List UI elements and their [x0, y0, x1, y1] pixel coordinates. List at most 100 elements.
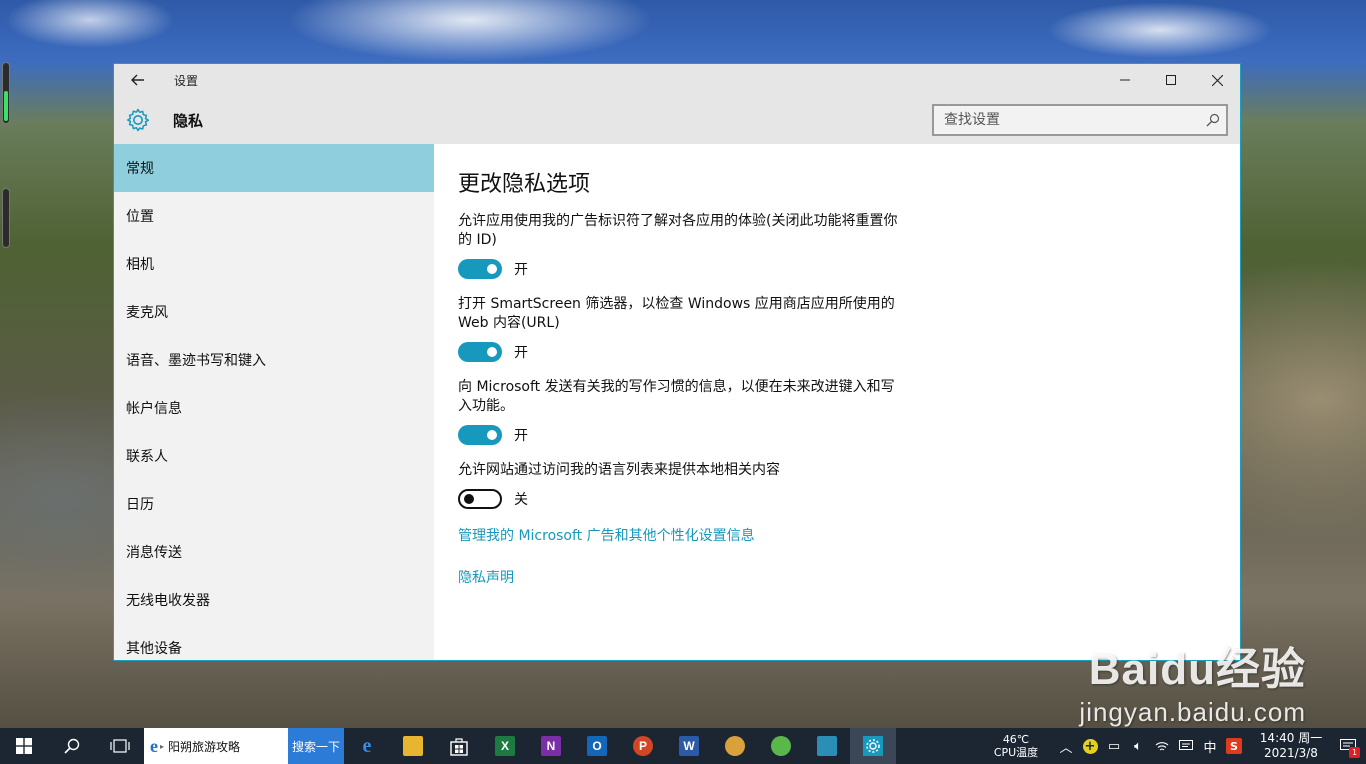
watermark-sub: jingyan.baidu.com — [1079, 697, 1306, 727]
sogou-ime-button[interactable]: S — [1222, 728, 1246, 764]
toggle-knob — [487, 347, 497, 357]
start-button[interactable] — [0, 728, 48, 764]
clock[interactable]: 14:40 周一 2021/3/8 — [1252, 731, 1330, 761]
advertising-id-toggle[interactable] — [458, 259, 502, 279]
store-icon — [450, 738, 468, 756]
smartscreen-toggle[interactable] — [458, 342, 502, 362]
edge-icon: e — [362, 734, 372, 757]
taskbar-app-file-explorer[interactable] — [390, 728, 436, 764]
sidebar-item-label: 位置 — [126, 209, 154, 225]
sidebar-item-camera[interactable]: 相机 — [114, 240, 434, 288]
sogou-icon: S — [1226, 738, 1242, 754]
search-box — [932, 104, 1228, 136]
taskbar-app-store[interactable] — [436, 728, 482, 764]
sidebar-item-calendar[interactable]: 日历 — [114, 480, 434, 528]
toggle-row: 开 — [458, 425, 904, 445]
option-description: 允许网站通过访问我的语言列表来提供本地相关内容 — [458, 462, 780, 478]
search-button[interactable] — [1200, 107, 1226, 133]
minimize-button[interactable] — [1102, 64, 1148, 96]
title-bar: 设置 — [114, 64, 1240, 96]
taskbar-app-excel[interactable]: X — [482, 728, 528, 764]
search-taskbar-button[interactable] — [48, 728, 96, 764]
writing-info-toggle[interactable] — [458, 425, 502, 445]
language-list-toggle[interactable] — [458, 489, 502, 509]
sidebar-item-account-info[interactable]: 帐户信息 — [114, 384, 434, 432]
network-button[interactable] — [1150, 728, 1174, 764]
toggle-state-label: 开 — [514, 428, 528, 444]
tray-app-button[interactable]: + — [1078, 728, 1102, 764]
show-hidden-icons-button[interactable]: ︿ — [1054, 728, 1078, 764]
option-advertising-id: 允许应用使用我的广告标识符了解对各应用的体验(关闭此功能将重置你的 ID) 开 — [458, 212, 904, 279]
taskbar-app-edge[interactable]: e — [344, 728, 390, 764]
sidebar-item-speech-inking-typing[interactable]: 语音、墨迹书写和键入 — [114, 336, 434, 384]
sidebar-item-label: 帐户信息 — [126, 401, 182, 417]
cpu-temperature-label: CPU温度 — [993, 746, 1039, 759]
taskbar-app-photos[interactable] — [804, 728, 850, 764]
settings-icon — [863, 736, 883, 756]
sidebar-item-contacts[interactable]: 联系人 — [114, 432, 434, 480]
ime-button[interactable]: 中 — [1198, 728, 1222, 764]
toggle-row: 开 — [458, 342, 904, 362]
sidebar-item-microphone[interactable]: 麦克风 — [114, 288, 434, 336]
window-title: 设置 — [174, 73, 199, 88]
outlook-icon: O — [587, 736, 607, 756]
message-icon — [1179, 740, 1193, 750]
sidebar-item-label: 日历 — [126, 497, 154, 513]
power-button[interactable]: ▭ — [1102, 728, 1126, 764]
option-description: 向 Microsoft 发送有关我的写作习惯的信息，以便在未来改进键入和写入功能… — [458, 379, 895, 414]
sidebar-item-label: 联系人 — [126, 449, 168, 465]
desktop-gadget-strip — [2, 188, 10, 248]
task-view-button[interactable] — [96, 728, 144, 764]
manage-ads-link[interactable]: 管理我的 Microsoft 广告和其他个性化设置信息 — [458, 525, 1240, 545]
toggle-state-label: 关 — [514, 492, 528, 508]
window-controls — [1102, 64, 1240, 96]
photos-icon — [817, 736, 837, 756]
notifications-button[interactable]: 1 — [1330, 728, 1366, 764]
sidebar-item-radios[interactable]: 无线电收发器 — [114, 576, 434, 624]
taskbar-app-green[interactable] — [758, 728, 804, 764]
back-button[interactable] — [114, 64, 162, 96]
clock-time: 14:40 周一 — [1259, 731, 1323, 745]
taskbar-app-word[interactable]: W — [666, 728, 712, 764]
section-heading: 更改隐私选项 — [458, 172, 591, 197]
sidebar-item-general[interactable]: 常规 — [114, 144, 434, 192]
sidebar-item-other-devices[interactable]: 其他设备 — [114, 624, 434, 660]
toggle-state-label: 开 — [514, 262, 528, 278]
volume-button[interactable]: 🔈︎ — [1126, 728, 1150, 764]
windows-logo-icon — [16, 738, 32, 754]
search-icon — [64, 738, 80, 754]
privacy-statement-link[interactable]: 隐私声明 — [458, 567, 1240, 587]
taskbar-app-outlook[interactable]: O — [574, 728, 620, 764]
option-description: 打开 SmartScreen 筛选器，以检查 Windows 应用商店应用所使用… — [458, 296, 895, 331]
taskbar-app-paint[interactable] — [712, 728, 758, 764]
sidebar-item-location[interactable]: 位置 — [114, 192, 434, 240]
search-input[interactable] — [934, 106, 1200, 134]
cpu-temperature-value: 46℃ — [1002, 733, 1030, 746]
baidu-search-button[interactable]: 搜索一下 — [288, 728, 344, 764]
maximize-button[interactable] — [1148, 64, 1194, 96]
onenote-icon: N — [541, 736, 561, 756]
toggle-knob — [487, 264, 497, 274]
gear-icon — [126, 108, 150, 132]
taskbar: e ▸ 阳朔旅游攻略 搜索一下 e X N O P W 46℃ CPU温度 ︿ … — [0, 728, 1366, 764]
ie-tab-button[interactable]: e ▸ 阳朔旅游攻略 — [144, 728, 288, 764]
taskbar-app-powerpoint[interactable]: P — [620, 728, 666, 764]
chevron-up-icon: ︿ — [1059, 740, 1073, 756]
wifi-icon — [1155, 742, 1169, 751]
sidebar: 常规 位置 相机 麦克风 语音、墨迹书写和键入 帐户信息 联系人 日历 消息传送… — [114, 144, 434, 660]
close-icon — [1211, 74, 1223, 86]
close-button[interactable] — [1194, 64, 1240, 96]
cpu-temperature[interactable]: 46℃ CPU温度 — [988, 733, 1044, 759]
taskbar-app-settings[interactable] — [850, 728, 896, 764]
sidebar-item-label: 消息传送 — [126, 545, 182, 561]
chevron-right-icon: ▸ — [160, 741, 165, 751]
watermark-main: Baidu经验 — [1088, 645, 1306, 694]
task-view-icon — [110, 739, 130, 753]
page-header: 隐私 — [114, 96, 1240, 144]
action-center-button[interactable] — [1174, 728, 1198, 764]
option-language-list: 允许网站通过访问我的语言列表来提供本地相关内容 关 — [458, 461, 904, 509]
taskbar-app-onenote[interactable]: N — [528, 728, 574, 764]
sidebar-item-messaging[interactable]: 消息传送 — [114, 528, 434, 576]
battery-icon: ▭ — [1107, 738, 1121, 754]
toggle-row: 关 — [458, 489, 904, 509]
